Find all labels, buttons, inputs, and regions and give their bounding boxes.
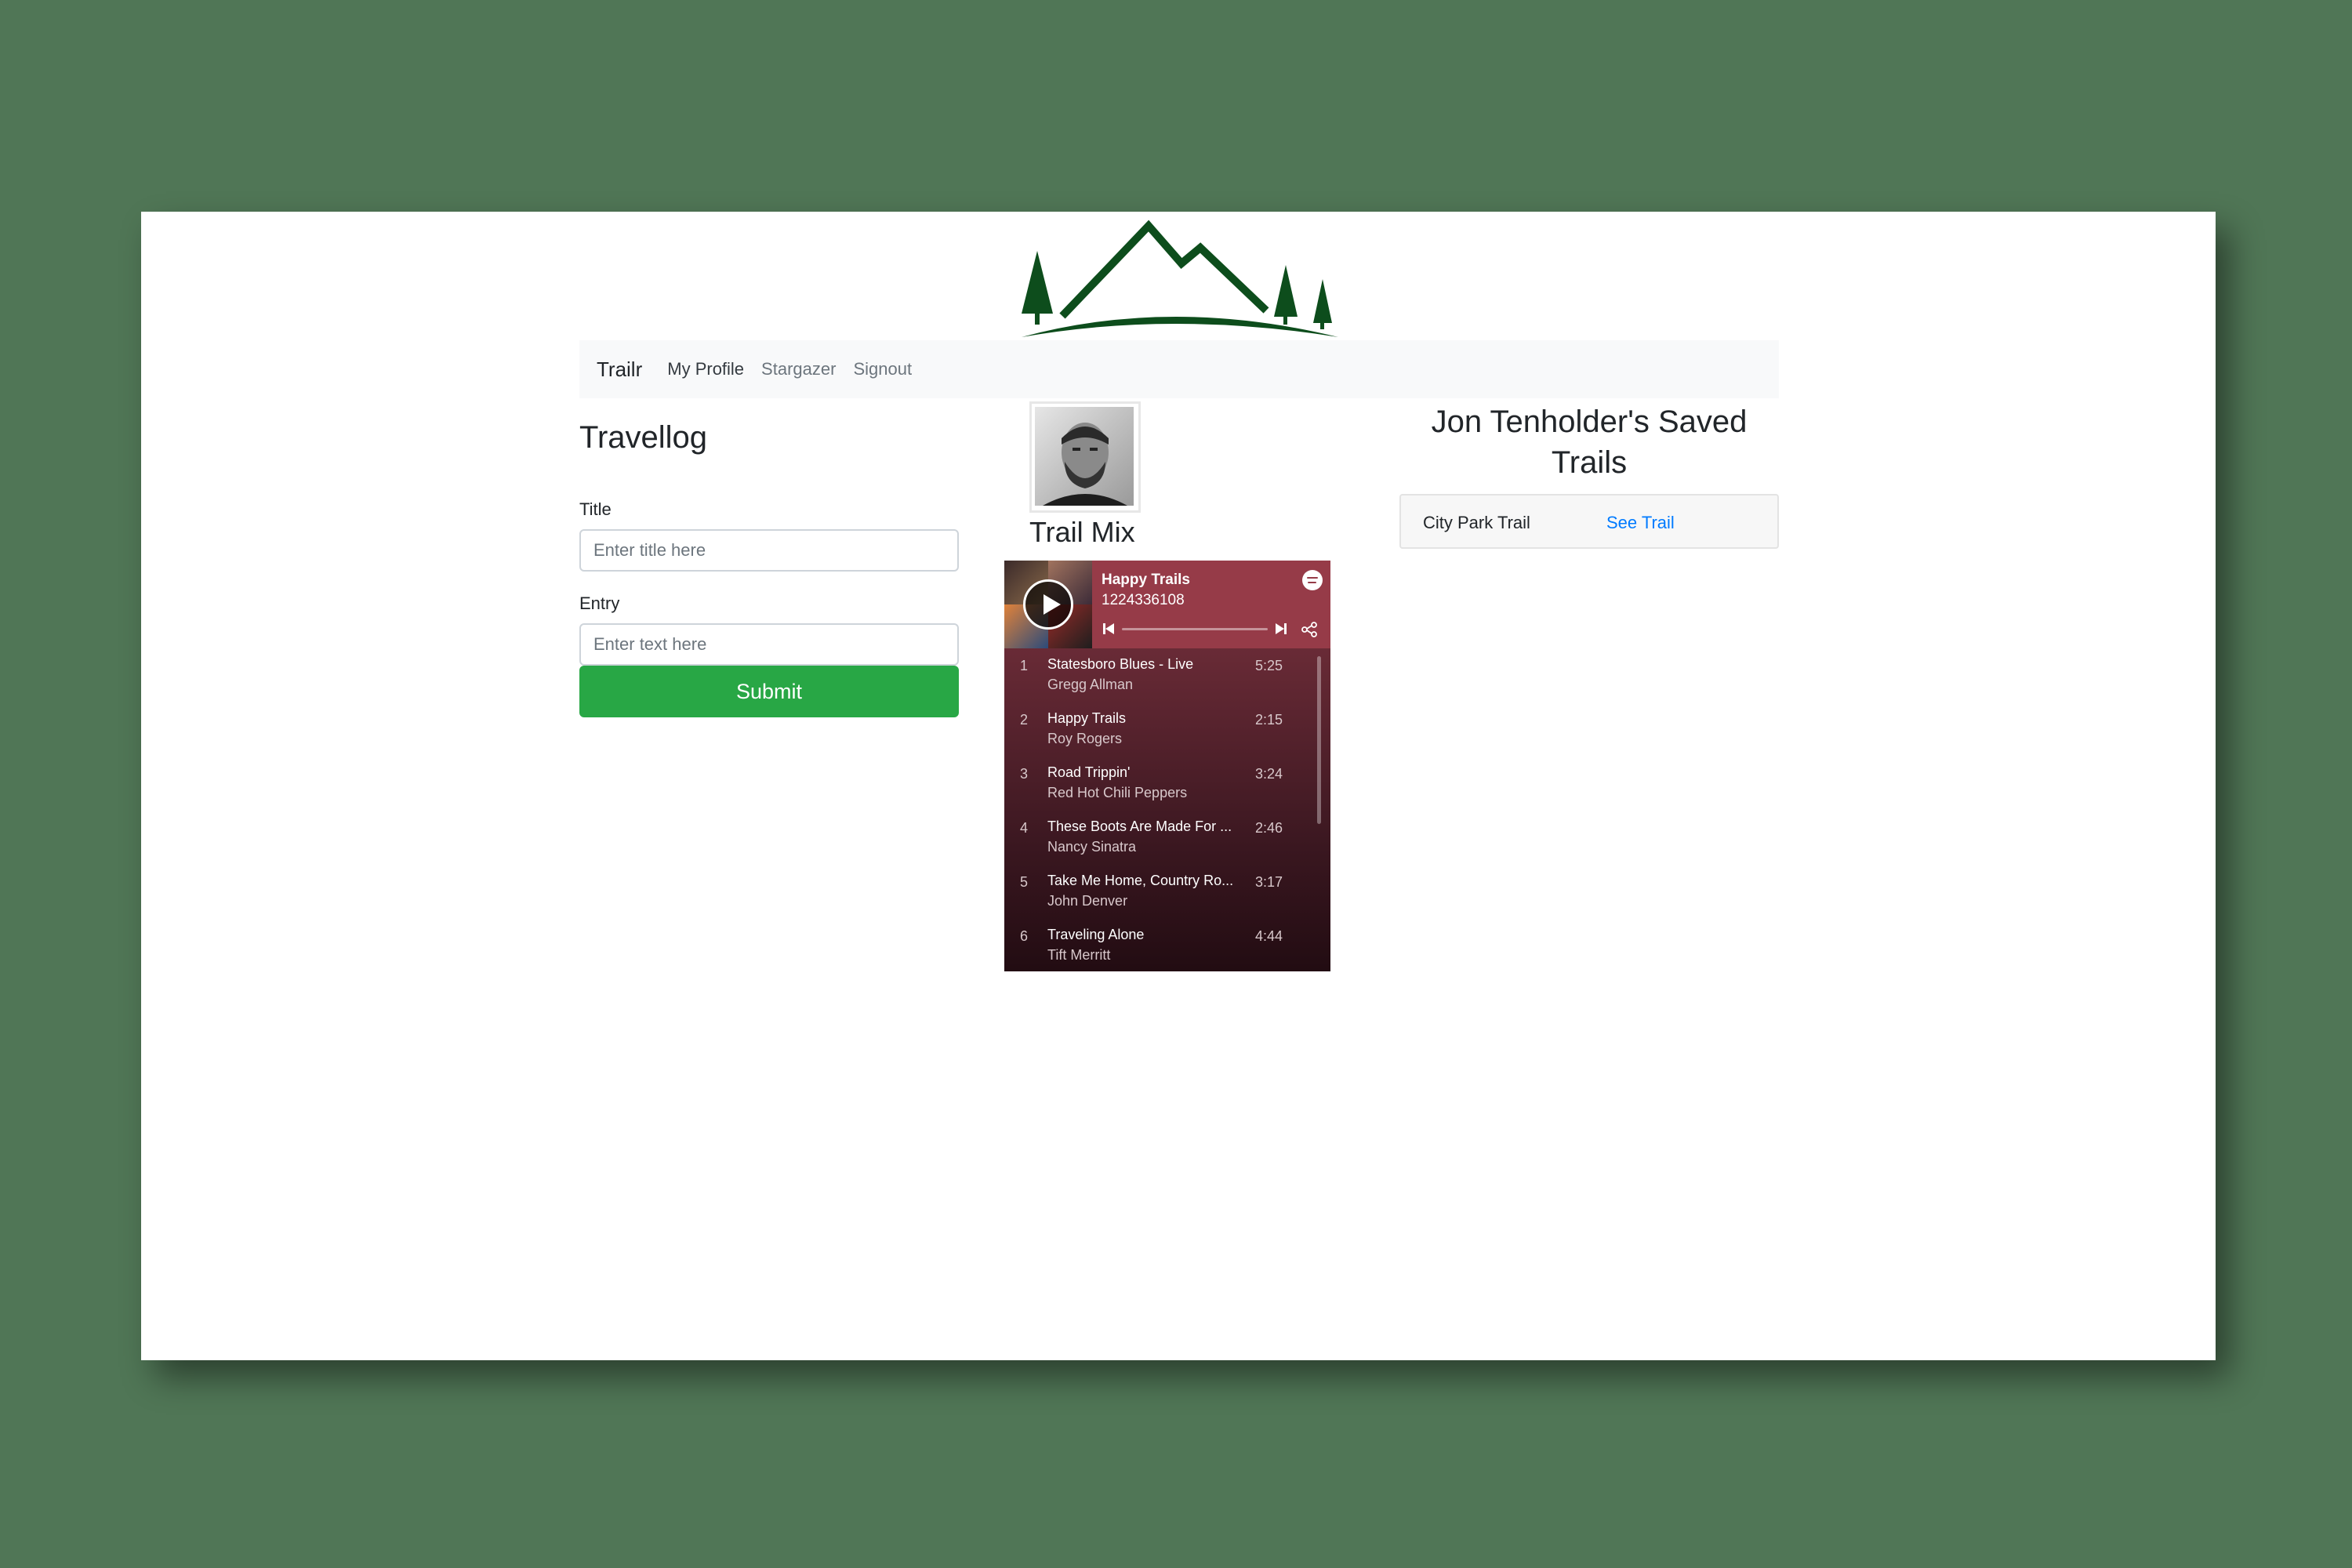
track-artist: Red Hot Chili Peppers: [1047, 785, 1188, 800]
brand-link[interactable]: Trailr: [597, 358, 642, 382]
spotify-icon[interactable]: [1302, 570, 1323, 590]
browser-window: Trailr My Profile Stargazer Signout Trav…: [141, 212, 2216, 1360]
play-icon[interactable]: [1023, 579, 1073, 630]
trail-name: City Park Trail: [1423, 513, 1530, 532]
track-duration: 2:46: [1255, 820, 1283, 836]
track-artist: John Denver: [1047, 893, 1128, 909]
player-header: Happy Trails 1224336108: [1004, 561, 1330, 648]
track-name: Road Trippin': [1047, 764, 1131, 780]
previous-icon[interactable]: [1102, 622, 1116, 636]
track-number: 5: [1020, 874, 1029, 890]
track-duration: 5:25: [1255, 658, 1283, 673]
entry-label: Entry: [579, 593, 620, 613]
track-number: 1: [1020, 658, 1029, 673]
navbar: Trailr My Profile Stargazer Signout: [579, 340, 1779, 398]
track-list: 1 Statesboro Blues - Live Gregg Allman 5…: [1004, 648, 1330, 971]
track-name: These Boots Are Made For ...: [1047, 818, 1232, 834]
submit-button[interactable]: Submit: [579, 666, 959, 717]
track-duration: 2:15: [1255, 712, 1283, 728]
track-number: 6: [1020, 928, 1029, 944]
trail-card: City Park Trail See Trail: [1399, 494, 1779, 549]
track-row[interactable]: 6 Traveling Alone Tift Merritt 4:44: [1004, 919, 1330, 971]
mountain-logo: [1022, 220, 1338, 337]
track-name: Happy Trails: [1047, 710, 1127, 726]
track-artist: Roy Rogers: [1047, 731, 1123, 746]
track-number: 3: [1020, 766, 1029, 782]
playlist-owner[interactable]: 1224336108: [1102, 592, 1185, 609]
travellog-heading: Travellog: [579, 420, 708, 455]
nav-my-profile[interactable]: My Profile: [667, 359, 744, 379]
saved-trails-heading: Jon Tenholder's Saved Trails: [1431, 405, 1748, 480]
track-row[interactable]: 4 These Boots Are Made For ... Nancy Sin…: [1004, 811, 1330, 865]
playlist-title[interactable]: Happy Trails: [1102, 572, 1190, 589]
track-list-scrollbar[interactable]: [1317, 656, 1321, 824]
track-number: 4: [1020, 820, 1029, 836]
track-duration: 4:44: [1255, 928, 1283, 944]
track-artist: Tift Merritt: [1047, 947, 1111, 963]
title-input[interactable]: [579, 529, 959, 572]
track-duration: 3:24: [1255, 766, 1283, 782]
spotify-player: Happy Trails 1224336108 1 Statesboro Blu…: [1004, 561, 1330, 971]
track-row[interactable]: 2 Happy Trails Roy Rogers 2:15: [1004, 702, 1330, 757]
track-row[interactable]: 1 Statesboro Blues - Live Gregg Allman 5…: [1004, 648, 1330, 702]
title-label: Title: [579, 499, 612, 519]
track-number: 2: [1020, 712, 1029, 728]
track-row[interactable]: 3 Road Trippin' Red Hot Chili Peppers 3:…: [1004, 757, 1330, 811]
track-artist: Nancy Sinatra: [1047, 839, 1137, 855]
profile-avatar: [1029, 401, 1141, 513]
saved-trails: Jon Tenholder's Saved Trails City Park T…: [1399, 401, 1779, 549]
track-duration: 3:17: [1255, 874, 1283, 890]
share-icon[interactable]: [1301, 621, 1318, 638]
trailmix-heading: Trail Mix: [1029, 516, 1135, 548]
track-name: Statesboro Blues - Live: [1047, 656, 1194, 672]
see-trail-link[interactable]: See Trail: [1606, 513, 1675, 533]
track-artist: Gregg Allman: [1047, 677, 1134, 692]
nav-stargazer[interactable]: Stargazer: [761, 359, 836, 379]
avatar-photo: [1035, 407, 1134, 506]
track-name: Take Me Home, Country Ro...: [1047, 873, 1234, 888]
nav-signout[interactable]: Signout: [853, 359, 912, 379]
progress-bar[interactable]: [1122, 628, 1268, 630]
track-name: Traveling Alone: [1047, 927, 1145, 942]
entry-input[interactable]: [579, 623, 959, 666]
track-row[interactable]: 5 Take Me Home, Country Ro... John Denve…: [1004, 865, 1330, 919]
next-icon[interactable]: [1274, 622, 1288, 636]
travellog-form: Travellog Title Entry Submit: [579, 412, 959, 717]
